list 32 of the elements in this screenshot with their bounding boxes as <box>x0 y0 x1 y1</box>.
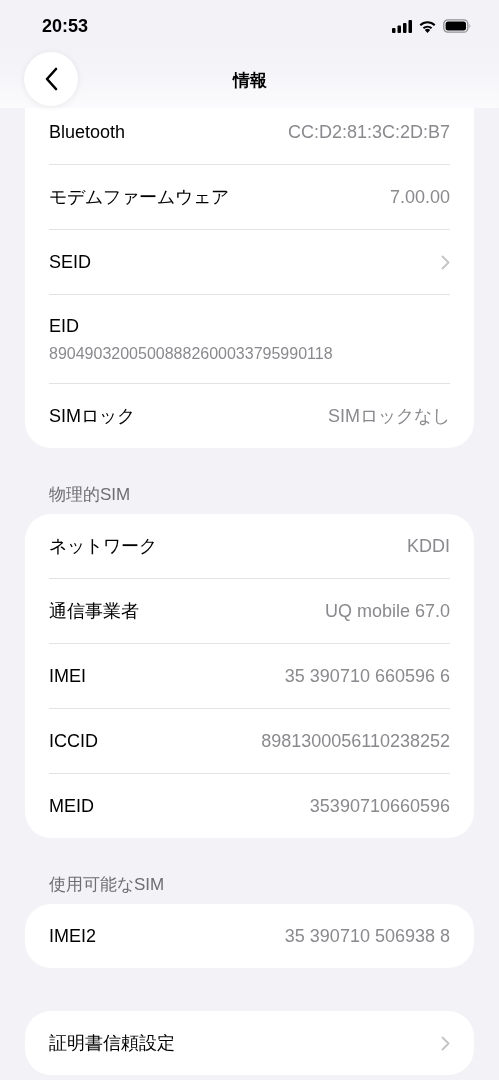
row-value: SIMロックなし <box>328 405 450 428</box>
row-label: Bluetooth <box>49 121 126 143</box>
row-value: 8981300056110238252 <box>261 730 450 752</box>
chevron-icon <box>441 1035 450 1051</box>
row-value: 35390710660596 <box>309 795 450 817</box>
row-value: 35 390710 506938 8 <box>284 925 450 947</box>
row-label: 通信事業者 <box>49 600 139 623</box>
row-label: モデムファームウェア <box>49 186 229 209</box>
row-value: 89049032005008882600033795990118 <box>49 344 333 363</box>
back-icon <box>44 67 58 91</box>
row-value: 7.00.00 <box>389 186 450 208</box>
row-value: KDDI <box>407 535 450 557</box>
row-label[interactable]: SEID <box>49 251 91 273</box>
row-value: UQ mobile 67.0 <box>324 600 450 622</box>
row-label: SIMロック <box>49 405 135 428</box>
screen-title: 情報 <box>232 69 267 92</box>
row-label: IMEI2 <box>49 925 96 947</box>
chevron-icon <box>441 254 450 270</box>
back-button[interactable] <box>24 52 78 106</box>
row-label: MEID <box>49 795 94 817</box>
status-time: 20:53 <box>42 15 89 37</box>
row-value: CC:D2:81:3C:2D:B7 <box>287 121 450 143</box>
section-header: 使用可能なSIM <box>48 874 166 896</box>
wifi-icon <box>418 19 437 33</box>
row-label: ICCID <box>49 730 98 752</box>
row-value: 35 390710 660596 6 <box>284 665 450 687</box>
row-label[interactable]: 証明書信頼設定 <box>49 1031 175 1055</box>
row-label: EID <box>49 315 80 337</box>
row-label: IMEI <box>49 665 86 687</box>
signal-icon <box>392 19 412 33</box>
section-header: 物理的SIM <box>48 484 132 506</box>
row-label: ネットワーク <box>49 535 157 558</box>
